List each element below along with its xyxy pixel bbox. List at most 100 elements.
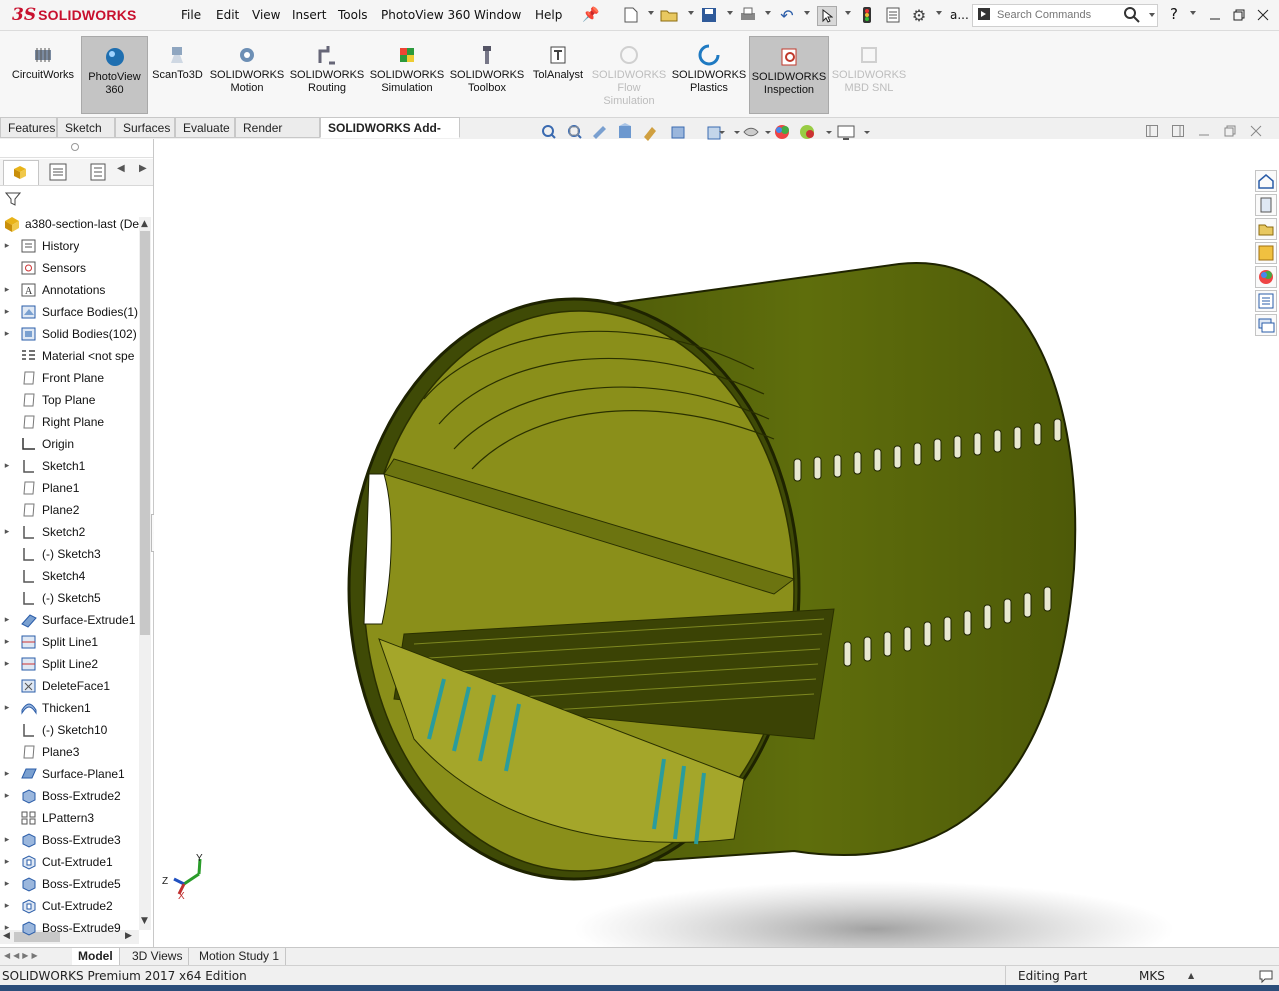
tree-item-solid-bodies-102[interactable]: ▸ Solid Bodies(102): [0, 323, 140, 345]
display-style-icon[interactable]: [707, 126, 721, 140]
expand-arrow-icon[interactable]: ▸: [0, 923, 14, 933]
expand-arrow-icon[interactable]: ▸: [0, 879, 14, 889]
search-commands-box[interactable]: [972, 4, 1158, 27]
tree-item-plane3[interactable]: Plane3: [0, 741, 140, 763]
tree-item-boss-extrude2[interactable]: ▸ Boss-Extrude2: [0, 785, 140, 807]
expand-arrow-icon[interactable]: ▸: [0, 637, 14, 647]
save-dropdown-icon[interactable]: [727, 11, 733, 15]
tree-item-front-plane[interactable]: Front Plane: [0, 367, 140, 389]
viewport-minimize-icon[interactable]: [1198, 125, 1210, 140]
open-dropdown-icon[interactable]: [688, 11, 694, 15]
file-explorer-button[interactable]: [1255, 218, 1277, 240]
tree-item-boss-extrude5[interactable]: ▸ Boss-Extrude5: [0, 873, 140, 895]
expand-arrow-icon[interactable]: ▸: [0, 241, 14, 251]
hide-show-items-icon[interactable]: [743, 127, 759, 137]
units-dropdown-icon[interactable]: ▲: [1188, 971, 1194, 980]
viewport-tile-right-icon[interactable]: [1172, 125, 1184, 140]
panel-splitter[interactable]: [0, 139, 153, 158]
appearances-button[interactable]: [1255, 266, 1277, 288]
viewport-close-icon[interactable]: [1250, 125, 1262, 140]
menu-tools[interactable]: Tools: [338, 8, 368, 22]
menu-insert[interactable]: Insert: [292, 8, 326, 22]
tree-item-boss-extrude3[interactable]: ▸ Boss-Extrude3: [0, 829, 140, 851]
zoom-to-area-icon[interactable]: [568, 125, 582, 139]
splitter-handle-icon[interactable]: [71, 143, 79, 151]
tree-item-history[interactable]: ▸ History: [0, 235, 140, 257]
options-dropdown-icon[interactable]: [936, 11, 942, 15]
tree-item-surface-bodies-1[interactable]: ▸ Surface Bodies(1): [0, 301, 140, 323]
tree-vertical-scrollbar[interactable]: ▲ ▼: [139, 217, 151, 930]
expand-arrow-icon[interactable]: ▸: [0, 285, 14, 295]
expand-arrow-icon[interactable]: ▸: [0, 769, 14, 779]
restore-window-icon[interactable]: [1230, 6, 1248, 24]
help-dropdown-icon[interactable]: [1190, 11, 1196, 15]
overflow-menu[interactable]: a...: [950, 8, 969, 22]
circuitworks-button[interactable]: CircuitWorks: [6, 35, 80, 115]
zoom-to-fit-icon[interactable]: [542, 125, 556, 139]
tab-scroll-arrows-icon[interactable]: ◀◀▶▶: [4, 951, 41, 960]
scroll-down-icon[interactable]: ▼: [141, 916, 148, 926]
tab-evaluate[interactable]: Evaluate: [175, 117, 235, 138]
tree-item-cut-extrude1[interactable]: ▸ Cut-Extrude1: [0, 851, 140, 873]
tree-item-split-line2[interactable]: ▸ Split Line2: [0, 653, 140, 675]
tab-motion-study-1[interactable]: Motion Study 1: [193, 948, 287, 965]
tab-model[interactable]: Model: [72, 948, 120, 965]
select-dropdown-icon[interactable]: [845, 11, 851, 15]
panel-scroll-right-icon[interactable]: ▶: [139, 163, 147, 174]
tree-item-origin[interactable]: Origin: [0, 433, 140, 455]
scroll-up-icon[interactable]: ▲: [141, 219, 148, 229]
tab-features[interactable]: Features: [0, 117, 57, 138]
featuremanager-tab-icon[interactable]: [3, 160, 39, 185]
expand-arrow-icon[interactable]: ▸: [0, 791, 14, 801]
propertymanager-tab-icon[interactable]: [44, 163, 72, 184]
tree-scroll-thumb[interactable]: [140, 231, 150, 635]
expand-arrow-icon[interactable]: ▸: [0, 307, 14, 317]
tree-item-sketch4[interactable]: Sketch4: [0, 565, 140, 587]
forum-button[interactable]: [1255, 314, 1277, 336]
tree-item-surface-plane1[interactable]: ▸ Surface-Plane1: [0, 763, 140, 785]
custom-properties-button[interactable]: [1255, 290, 1277, 312]
photoview-360-button[interactable]: PhotoView 360: [81, 36, 148, 114]
tree-item-top-plane[interactable]: Top Plane: [0, 389, 140, 411]
menu-window[interactable]: Window: [474, 8, 521, 22]
search-commands-input[interactable]: [997, 7, 1117, 23]
tree-item-cut-extrude2[interactable]: ▸ Cut-Extrude2: [0, 895, 140, 917]
print-dropdown-icon[interactable]: [765, 11, 771, 15]
save-icon[interactable]: [700, 6, 718, 24]
help-question-icon[interactable]: ?: [1170, 5, 1178, 23]
tree-item-sketch2[interactable]: ▸ Sketch2: [0, 521, 140, 543]
minimize-window-icon[interactable]: [1206, 6, 1224, 24]
apply-scene-icon[interactable]: [800, 125, 814, 139]
tab-solidworks-add-ins[interactable]: SOLIDWORKS Add-Ins: [320, 117, 460, 156]
menu-view[interactable]: View: [252, 8, 280, 22]
tree-item-boss-extrude9[interactable]: ▸ Boss-Extrude9: [0, 917, 140, 939]
new-document-icon[interactable]: [622, 6, 640, 24]
open-folder-icon[interactable]: [660, 6, 678, 24]
tree-item-deleteface1[interactable]: DeleteFace1: [0, 675, 140, 697]
select-arrow-icon[interactable]: [817, 6, 837, 26]
edit-appearance-icon[interactable]: [775, 125, 789, 139]
panel-scroll-left-icon[interactable]: ◀: [117, 163, 125, 174]
expand-arrow-icon[interactable]: ▸: [0, 615, 14, 625]
menu-photoview-360[interactable]: PhotoView 360: [381, 8, 470, 22]
expand-arrow-icon[interactable]: ▸: [0, 659, 14, 669]
menu-file[interactable]: File: [181, 8, 201, 22]
rebuild-traffic-light-icon[interactable]: [858, 6, 876, 24]
solidworks-toolbox-button[interactable]: SOLIDWORKS Toolbox: [449, 35, 525, 115]
scanto3d-button[interactable]: ScanTo3D: [150, 35, 205, 115]
expand-arrow-icon[interactable]: ▸: [0, 527, 14, 537]
tree-root-part[interactable]: a380-section-last (De: [0, 213, 140, 235]
units-selector[interactable]: MKS: [1139, 969, 1165, 983]
solidworks-inspection-button[interactable]: SOLIDWORKS Inspection: [749, 36, 829, 114]
menu-help[interactable]: Help: [535, 8, 562, 22]
undo-icon[interactable]: ↶: [778, 6, 796, 25]
tree-item-split-line1[interactable]: ▸ Split Line1: [0, 631, 140, 653]
new-dropdown-icon[interactable]: [648, 11, 654, 15]
file-properties-icon[interactable]: [884, 6, 902, 24]
options-gear-icon[interactable]: ⚙: [910, 6, 928, 25]
tree-item-plane2[interactable]: Plane2: [0, 499, 140, 521]
expand-arrow-icon[interactable]: ▸: [0, 835, 14, 845]
tab-sketch[interactable]: Sketch: [57, 117, 115, 138]
view-orientation-icon[interactable]: [671, 126, 685, 139]
viewport-restore-icon[interactable]: [1224, 125, 1236, 140]
